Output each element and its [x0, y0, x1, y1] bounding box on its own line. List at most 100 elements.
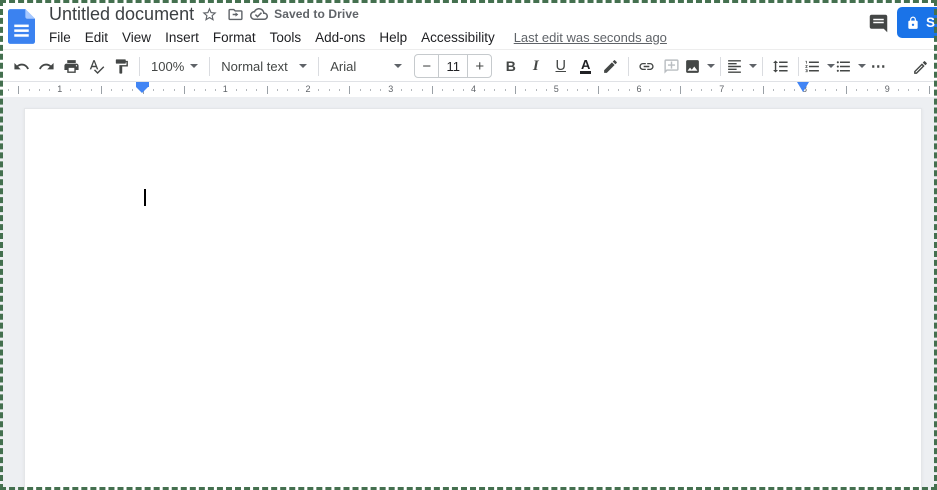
ruler-tick — [680, 86, 682, 94]
dropdown-arrow-icon — [707, 64, 716, 68]
ruler-tick — [111, 89, 113, 91]
menu-file[interactable]: File — [42, 28, 78, 47]
star-icon[interactable] — [196, 2, 222, 26]
last-edit-link[interactable]: Last edit was seconds ago — [514, 30, 667, 45]
saved-to-drive-status[interactable]: Saved to Drive — [250, 5, 359, 23]
toolbar: 100% Normal text Arial − 11 + B I U A ⋯ — [0, 51, 937, 82]
header-bar: Untitled document Saved to Drive File Ed… — [0, 0, 937, 50]
undo-icon — [14, 62, 29, 69]
dropdown-arrow-icon — [299, 64, 308, 68]
dropdown-arrow-icon — [190, 64, 199, 68]
bold-button[interactable]: B — [498, 53, 523, 79]
ruler-tick — [659, 89, 661, 91]
left-indent-icon[interactable] — [136, 87, 148, 93]
font-family-dropdown[interactable]: Arial — [324, 53, 408, 79]
menu-help[interactable]: Help — [372, 28, 414, 47]
bulleted-list-button[interactable] — [835, 53, 867, 79]
line-spacing-icon — [773, 59, 788, 73]
ruler-tick — [514, 86, 516, 94]
ruler-tick — [80, 89, 82, 91]
text-color-button[interactable]: A — [573, 53, 598, 79]
ruler-tick — [214, 89, 216, 91]
align-button[interactable] — [726, 53, 758, 79]
ruler-tick — [690, 89, 692, 91]
paint-format-icon — [115, 58, 128, 74]
ruler-tick — [649, 89, 651, 91]
ruler-tick — [39, 89, 41, 91]
underline-button[interactable]: U — [548, 53, 573, 79]
menu-tools[interactable]: Tools — [263, 28, 309, 47]
ruler-tick — [132, 89, 134, 91]
document-title[interactable]: Untitled document — [47, 4, 196, 25]
insert-link-button[interactable] — [634, 53, 659, 79]
lock-icon — [908, 16, 918, 29]
menu-format[interactable]: Format — [206, 28, 263, 47]
menu-edit[interactable]: Edit — [78, 28, 115, 47]
ruler-tick — [297, 89, 299, 91]
ruler-tick — [452, 89, 454, 91]
move-to-folder-icon[interactable] — [222, 2, 248, 26]
italic-button[interactable]: I — [523, 53, 548, 79]
line-spacing-button[interactable] — [768, 53, 793, 79]
menu-insert[interactable]: Insert — [158, 28, 206, 47]
ruler-tick — [70, 89, 72, 91]
ruler-tick — [597, 86, 599, 94]
text-color-icon: A — [580, 56, 592, 74]
menu-addons[interactable]: Add-ons — [308, 28, 372, 47]
toolbar-divider — [628, 56, 630, 76]
paint-format-button[interactable] — [109, 53, 134, 79]
ruler-tick — [194, 89, 196, 91]
ruler-tick — [121, 89, 123, 91]
ruler-number: 4 — [470, 84, 477, 94]
horizontal-ruler[interactable]: 1123456789 — [0, 82, 937, 97]
editing-mode-button[interactable] — [908, 54, 933, 80]
redo-button[interactable] — [34, 53, 59, 79]
insert-image-button[interactable] — [684, 53, 716, 79]
redo-icon — [39, 62, 54, 69]
left-indent-marker[interactable] — [136, 82, 149, 93]
spellcheck-button[interactable] — [84, 53, 109, 79]
dropdown-arrow-icon — [394, 64, 403, 68]
menu-view[interactable]: View — [115, 28, 158, 47]
menu-accessibility[interactable]: Accessibility — [414, 28, 502, 47]
ruler-tick — [607, 89, 609, 91]
open-comments-button[interactable] — [864, 10, 892, 36]
ruler-number: 5 — [553, 84, 559, 94]
ruler-number: 2 — [305, 84, 311, 94]
ruler-tick — [359, 89, 361, 91]
print-button[interactable] — [59, 53, 84, 79]
saved-status-label: Saved to Drive — [274, 7, 359, 21]
edit-mode-pencil-icon — [914, 60, 927, 74]
highlight-color-button[interactable] — [598, 53, 623, 79]
ruler-tick — [173, 89, 175, 91]
numbered-list-button[interactable] — [804, 53, 836, 79]
more-options-button[interactable]: ⋯ — [866, 53, 891, 79]
add-comment-button[interactable] — [659, 53, 684, 79]
ruler-number: 6 — [636, 84, 642, 94]
ruler-tick — [328, 89, 330, 91]
bulleted-list-icon — [837, 60, 851, 72]
decrease-font-size-button[interactable]: − — [415, 55, 438, 77]
menu-bar: File Edit View Insert Format Tools Add-o… — [42, 26, 667, 48]
google-docs-logo-icon[interactable] — [8, 9, 35, 44]
zoom-dropdown[interactable]: 100% — [145, 53, 204, 79]
ruler-tick — [266, 86, 268, 94]
ruler-tick — [856, 89, 858, 91]
font-size-input[interactable]: 11 — [438, 55, 469, 77]
ruler-tick — [876, 89, 878, 91]
toolbar-divider — [798, 56, 800, 76]
undo-button[interactable] — [9, 53, 34, 79]
ruler-tick — [794, 89, 796, 91]
comment-icon — [869, 14, 887, 32]
share-button[interactable]: S — [897, 7, 937, 38]
ruler-tick — [845, 86, 847, 94]
paragraph-style-dropdown[interactable]: Normal text — [215, 53, 313, 79]
more-icon: ⋯ — [870, 58, 887, 75]
ruler-tick — [101, 86, 103, 94]
ruler-number: 1 — [222, 84, 228, 94]
right-indent-marker[interactable] — [797, 82, 809, 92]
ruler-tick — [742, 89, 744, 91]
increase-font-size-button[interactable]: + — [468, 55, 491, 77]
document-page[interactable] — [24, 108, 922, 490]
ruler-tick — [401, 89, 403, 91]
